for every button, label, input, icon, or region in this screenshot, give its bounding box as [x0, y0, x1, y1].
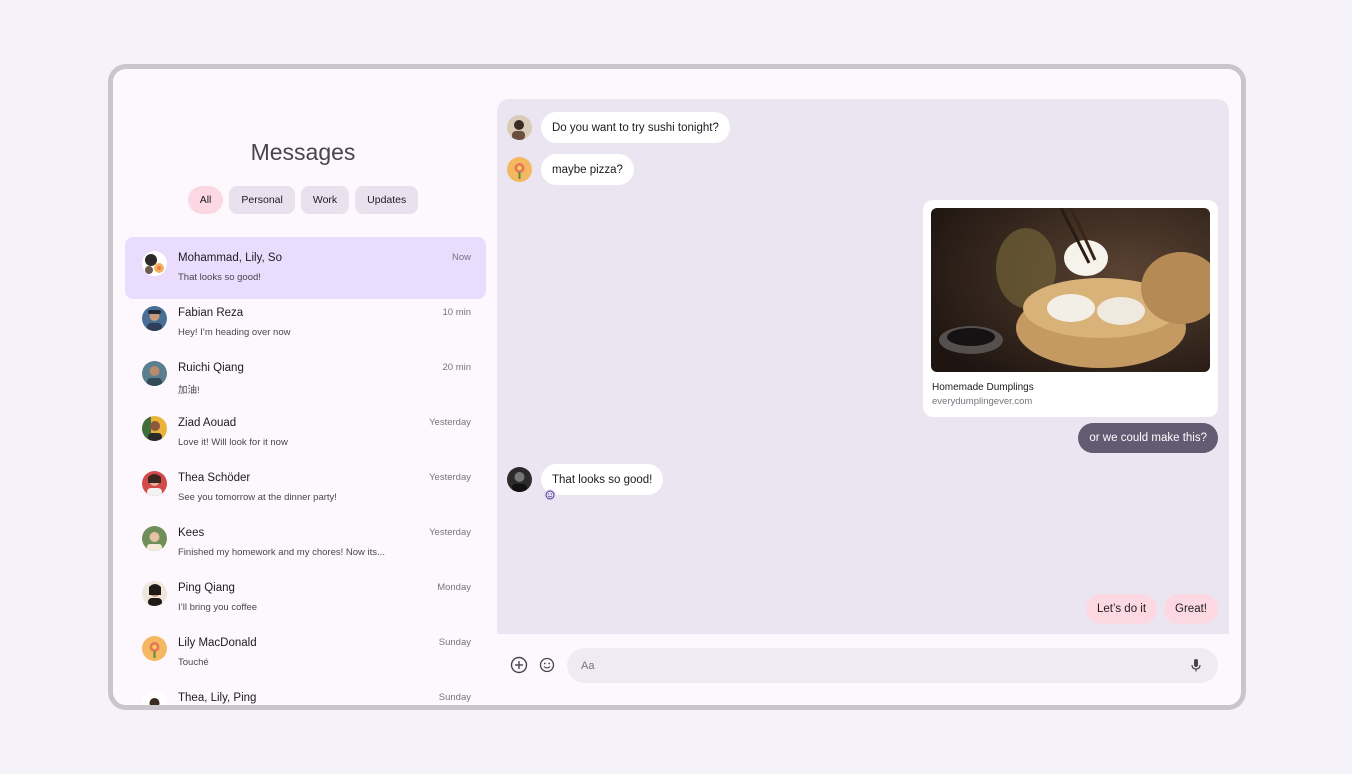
- add-circle-icon[interactable]: [510, 656, 528, 674]
- messages-pane: Messages All Personal Work Updates Moham…: [113, 69, 497, 705]
- conversation-item[interactable]: Kees Finished my homework and my chores!…: [125, 512, 486, 567]
- avatar: [142, 471, 167, 496]
- avatar: [142, 581, 167, 606]
- conversation-item[interactable]: Fabian Reza Hey! I’m heading over now 10…: [125, 292, 486, 347]
- avatar: [142, 636, 167, 661]
- message-input-container: [567, 648, 1218, 683]
- filter-chip-personal[interactable]: Personal: [229, 186, 295, 214]
- conversation-item[interactable]: Mohammad, Lily, So That looks so good! N…: [125, 237, 486, 299]
- filter-chip-updates[interactable]: Updates: [355, 186, 419, 214]
- conversation-preview: That looks so good!: [178, 272, 261, 283]
- conversation-item[interactable]: Thea, Lily, Ping Sunday: [125, 677, 486, 705]
- conversation-name: Kees: [178, 527, 205, 539]
- conversation-preview: Touché: [178, 657, 209, 668]
- conversation-name: Fabian Reza: [178, 307, 244, 319]
- filter-chip-all[interactable]: All: [187, 186, 224, 214]
- conversation-name: Lily MacDonald: [178, 637, 257, 649]
- avatar: [507, 157, 532, 182]
- message-bubble: Do you want to try sushi tonight?: [541, 112, 730, 143]
- avatar: [507, 467, 532, 492]
- smile-icon[interactable]: [544, 489, 556, 501]
- conversation-item[interactable]: Ping Qiang I’ll bring you coffee Monday: [125, 567, 486, 622]
- conversation-name: Ping Qiang: [178, 582, 235, 594]
- conversation-preview: 加油!: [178, 385, 200, 396]
- conversation-time: Yesterday: [429, 472, 471, 483]
- conversation-preview: Hey! I’m heading over now: [178, 327, 291, 338]
- mic-icon[interactable]: [1188, 657, 1204, 673]
- page-title: Messages: [250, 139, 356, 165]
- filter-chip-work[interactable]: Work: [300, 186, 350, 214]
- conversation-list: Mohammad, Lily, So That looks so good! N…: [125, 237, 486, 705]
- suggested-reply-chip[interactable]: Great!: [1164, 594, 1218, 624]
- filter-chips: All Personal Work Updates: [113, 186, 493, 214]
- conversation-preview: See you tomorrow at the dinner party!: [178, 492, 337, 503]
- chat-thread: Do you want to try sushi tonight? maybe …: [497, 99, 1229, 634]
- conversation-time: Yesterday: [429, 417, 471, 428]
- message-bubble: That looks so good!: [541, 464, 664, 495]
- avatar: [142, 526, 167, 551]
- link-title: Homemade Dumplings: [932, 382, 1034, 393]
- message-row: That looks so good!: [507, 464, 664, 495]
- message-row: maybe pizza?: [507, 154, 634, 185]
- avatar: [142, 416, 167, 441]
- conversation-time: Monday: [437, 582, 471, 593]
- conversation-preview: Finished my homework and my chores! Now …: [178, 547, 385, 558]
- conversation-time: Sunday: [438, 637, 471, 648]
- conversation-name: Ruichi Qiang: [178, 362, 244, 374]
- conversation-time: Now: [451, 252, 471, 263]
- message-composer: [497, 634, 1229, 705]
- conversation-item[interactable]: Ziad Aouad Love it! Will look for it now…: [125, 402, 486, 457]
- conversation-time: 20 min: [442, 362, 471, 373]
- avatar: [142, 306, 167, 331]
- emoji-icon[interactable]: [538, 656, 556, 674]
- conversation-time: Yesterday: [429, 527, 471, 538]
- conversation-name: Mohammad, Lily, So: [178, 252, 282, 264]
- conversation-name: Thea Schöder: [178, 472, 251, 484]
- conversation-item[interactable]: Ruichi Qiang 加油! 20 min: [125, 347, 486, 402]
- link-url[interactable]: everydumplingever.com: [932, 396, 1032, 407]
- conversation-time: Sunday: [438, 692, 471, 703]
- message-input[interactable]: [581, 648, 1171, 683]
- avatar: [507, 115, 532, 140]
- group-avatar: [142, 691, 167, 705]
- conversation-preview: I’ll bring you coffee: [178, 602, 258, 613]
- message-row: Do you want to try sushi tonight?: [507, 112, 730, 143]
- conversation-name: Thea, Lily, Ping: [178, 692, 257, 704]
- suggested-replies: Let’s do it Great!: [1086, 594, 1218, 624]
- app-window: Messages All Personal Work Updates Moham…: [108, 64, 1246, 710]
- conversation-item[interactable]: Thea Schöder See you tomorrow at the din…: [125, 457, 486, 512]
- message-bubble: maybe pizza?: [541, 154, 634, 185]
- outgoing-message-bubble: or we could make this?: [1078, 423, 1218, 453]
- dumplings-image: [931, 208, 1210, 372]
- suggested-reply-chip[interactable]: Let’s do it: [1086, 594, 1158, 624]
- conversation-name: Ziad Aouad: [178, 417, 237, 429]
- conversation-item[interactable]: Lily MacDonald Touché Sunday: [125, 622, 486, 677]
- conversation-preview: Love it! Will look for it now: [178, 437, 288, 448]
- group-avatar: [142, 251, 167, 276]
- conversation-time: 10 min: [442, 307, 471, 318]
- avatar: [142, 361, 167, 386]
- link-preview-card[interactable]: Homemade Dumplings everydumplingever.com: [923, 200, 1218, 417]
